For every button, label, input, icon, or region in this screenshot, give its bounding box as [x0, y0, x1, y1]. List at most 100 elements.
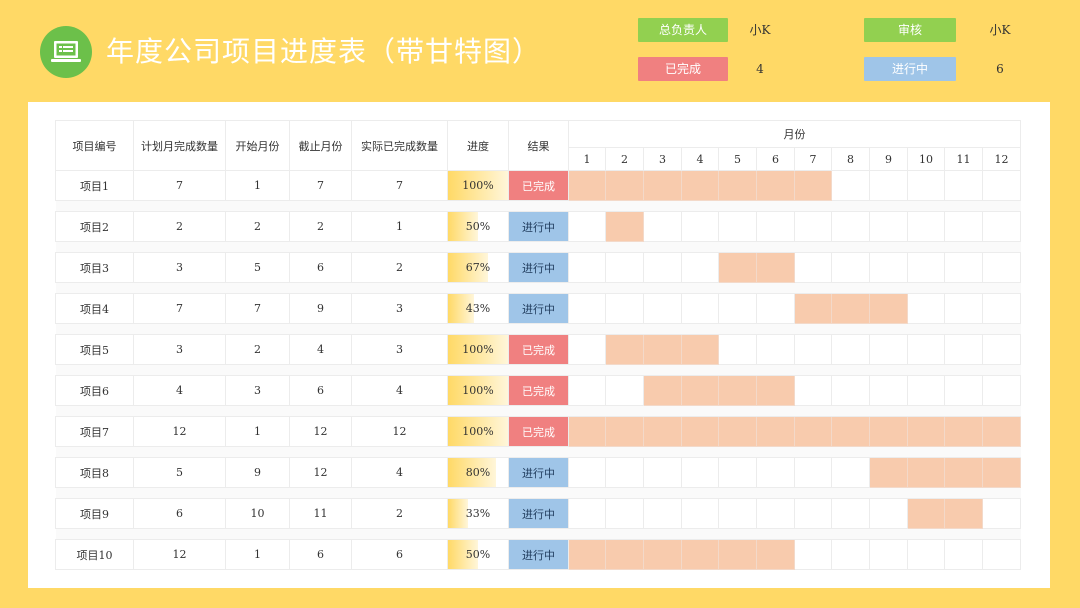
gantt-bar-cell	[907, 498, 945, 529]
cell-start: 9	[225, 457, 290, 488]
gantt-empty-cell	[831, 252, 870, 283]
table-row[interactable]: 项目1 7 1 7 7 100% 已完成	[55, 170, 1021, 201]
gantt-empty-cell	[982, 211, 1021, 242]
gantt-empty-cell	[681, 293, 719, 324]
gantt-bar-cell	[681, 170, 719, 201]
gantt-empty-cell	[982, 334, 1021, 365]
cell-start: 2	[225, 334, 290, 365]
gantt-empty-cell	[568, 375, 606, 406]
cell-start: 3	[225, 375, 290, 406]
gantt-empty-cell	[907, 539, 945, 570]
gantt-empty-cell	[756, 498, 795, 529]
cell-id: 项目10	[55, 539, 134, 570]
cell-planned: 6	[133, 498, 226, 529]
status-badge: 进行中	[508, 252, 569, 283]
table-row[interactable]: 项目9 6 10 11 2 33% 进行中	[55, 498, 1021, 529]
gantt-empty-cell	[831, 539, 870, 570]
cell-id: 项目7	[55, 416, 134, 447]
progress-text: 100%	[462, 425, 494, 438]
gantt-empty-cell	[907, 211, 945, 242]
row-separator	[55, 241, 1021, 253]
gantt-empty-cell	[907, 170, 945, 201]
gantt-empty-cell	[568, 252, 606, 283]
cell-id: 项目5	[55, 334, 134, 365]
month-header: 6	[756, 147, 795, 171]
gantt-empty-cell	[605, 498, 644, 529]
logo	[40, 26, 92, 78]
table-row[interactable]: 项目5 3 2 4 3 100% 已完成	[55, 334, 1021, 365]
gantt-bar-cell	[982, 457, 1021, 488]
status-badge: 进行中	[508, 457, 569, 488]
progress-cell: 100%	[447, 170, 509, 201]
gantt-empty-cell	[944, 539, 983, 570]
row-separator	[55, 487, 1021, 499]
gantt-bar-cell	[605, 211, 644, 242]
cell-end: 11	[289, 498, 352, 529]
table-row[interactable]: 项目8 5 9 12 4 80% 进行中	[55, 457, 1021, 488]
gantt-empty-cell	[869, 539, 908, 570]
gantt-bar-cell	[831, 416, 870, 447]
gantt-bar-cell	[568, 416, 606, 447]
month-header: 9	[869, 147, 908, 171]
table-row[interactable]: 项目7 12 1 12 12 100% 已完成	[55, 416, 1021, 447]
table-row[interactable]: 项目3 3 5 6 2 67% 进行中	[55, 252, 1021, 283]
gantt-empty-cell	[794, 252, 832, 283]
row-separator-cell	[55, 323, 1021, 335]
gantt-empty-cell	[643, 498, 682, 529]
gantt-empty-cell	[756, 211, 795, 242]
laptop-icon	[51, 41, 81, 62]
gantt-empty-cell	[718, 293, 757, 324]
gantt-empty-cell	[643, 457, 682, 488]
gantt-empty-cell	[756, 457, 795, 488]
cell-end: 7	[289, 170, 352, 201]
gantt-bar-cell	[718, 170, 757, 201]
cell-id: 项目1	[55, 170, 134, 201]
reviewer-label-button[interactable]: 审核	[864, 18, 956, 42]
gantt-empty-cell	[831, 334, 870, 365]
table-row[interactable]: 项目10 12 1 6 6 50% 进行中	[55, 539, 1021, 570]
table-row[interactable]: 项目4 7 7 9 3 43% 进行中	[55, 293, 1021, 324]
cell-end: 12	[289, 457, 352, 488]
gantt-empty-cell	[869, 334, 908, 365]
cell-end: 4	[289, 334, 352, 365]
cell-actual: 7	[351, 170, 448, 201]
cell-start: 1	[225, 539, 290, 570]
gantt-empty-cell	[681, 498, 719, 529]
cell-end: 2	[289, 211, 352, 242]
cell-id: 项目6	[55, 375, 134, 406]
table-row[interactable]: 项目6 4 3 6 4 100% 已完成	[55, 375, 1021, 406]
header-months: 月份	[568, 120, 1021, 148]
month-header: 4	[681, 147, 719, 171]
gantt-empty-cell	[907, 334, 945, 365]
gantt-bar-cell	[605, 416, 644, 447]
header-result: 结果	[508, 120, 569, 171]
gantt-empty-cell	[831, 211, 870, 242]
cell-end: 9	[289, 293, 352, 324]
gantt-empty-cell	[794, 211, 832, 242]
gantt-bar-cell	[794, 293, 832, 324]
gantt-empty-cell	[982, 293, 1021, 324]
row-separator-cell	[55, 528, 1021, 540]
gantt-bar-cell	[605, 539, 644, 570]
gantt-empty-cell	[605, 375, 644, 406]
gantt-bar-cell	[718, 375, 757, 406]
owner-label-button[interactable]: 总负责人	[638, 18, 728, 42]
row-separator-cell	[55, 487, 1021, 499]
gantt-empty-cell	[907, 252, 945, 283]
cell-planned: 12	[133, 416, 226, 447]
cell-id: 项目9	[55, 498, 134, 529]
gantt-empty-cell	[568, 457, 606, 488]
month-header: 2	[605, 147, 644, 171]
progress-text: 80%	[465, 466, 491, 479]
gantt-empty-cell	[794, 375, 832, 406]
table-row[interactable]: 项目2 2 2 2 1 50% 进行中	[55, 211, 1021, 242]
cell-actual: 3	[351, 334, 448, 365]
gantt-empty-cell	[944, 252, 983, 283]
gantt-empty-cell	[869, 498, 908, 529]
status-badge: 进行中	[508, 211, 569, 242]
gantt-empty-cell	[718, 211, 757, 242]
row-separator-cell	[55, 282, 1021, 294]
gantt-empty-cell	[907, 375, 945, 406]
gantt-empty-cell	[605, 252, 644, 283]
progress-cell: 50%	[447, 211, 509, 242]
